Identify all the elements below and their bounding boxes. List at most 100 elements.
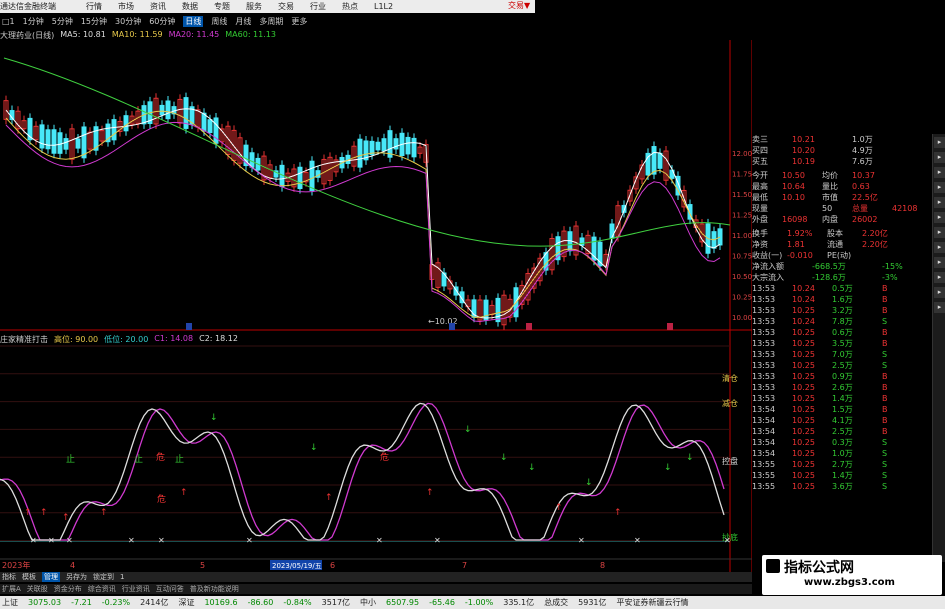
toolbar-btn-11[interactable]: ▸ — [934, 287, 945, 298]
stat-row-cell: 10.10 — [782, 193, 805, 202]
menu-item-zx[interactable]: 资讯 — [150, 1, 166, 12]
period-1m[interactable]: 1分钟 — [23, 16, 44, 27]
sz-pct: -0.84% — [283, 598, 312, 607]
tick-row-cell: 10.24 — [792, 295, 815, 304]
tick-row-cell: 13:55 — [752, 460, 776, 469]
tab-manage[interactable]: 管理 — [42, 572, 60, 582]
menu-item-hq[interactable]: 行情 — [86, 1, 102, 12]
stat2-row-cell: 净资 — [752, 240, 768, 249]
danger-mark: 危 — [380, 451, 389, 463]
toolbar-btn-9[interactable]: ▸ — [934, 257, 945, 268]
tick-row-cell: S — [882, 471, 888, 480]
tab2-qa[interactable]: 互动问答 — [156, 584, 184, 594]
tab-indicator[interactable]: 指标 — [2, 572, 16, 582]
toolbar-btn-6[interactable]: ▸ — [934, 212, 945, 223]
tick-row-cell: B — [882, 328, 888, 337]
tick-row: 13:53 10.24 1.6万 B — [752, 294, 932, 305]
menu-item-zt[interactable]: 专题 — [214, 1, 230, 12]
order-book-row-cell: 10.20 — [792, 146, 815, 155]
tick-row-cell: 10.24 — [792, 317, 815, 326]
ma-lines — [3, 57, 731, 323]
sz-label: 深证 — [178, 598, 195, 607]
period-bar: □1 1分钟 5分钟 15分钟 30分钟 60分钟 日线 周线 月线 多周期 更… — [0, 15, 307, 27]
toolbar-btn-7[interactable]: ▸ — [934, 227, 945, 238]
period-30m[interactable]: 30分钟 — [115, 16, 141, 27]
period-15m[interactable]: 15分钟 — [81, 16, 107, 27]
tab2-industry[interactable]: 行业资讯 — [122, 584, 150, 594]
chart-area[interactable]: 12.00 11.75 11.50 11.25 11.00 10.75 10.50 10.25… — [0, 40, 752, 572]
period-week[interactable]: 周线 — [211, 16, 227, 27]
tab-template[interactable]: 模板 — [22, 572, 36, 582]
date-4: 4 — [70, 561, 75, 570]
period-more[interactable]: 更多 — [291, 16, 307, 27]
trade-link[interactable]: 交易▼ — [508, 0, 530, 11]
order-book-row-cell: 4.9万 — [852, 146, 873, 155]
period-icon[interactable]: □1 — [2, 17, 15, 26]
order-book-row: 买四 10.20 4.9万 — [752, 145, 932, 156]
tick-row-cell: 1.4万 — [832, 471, 853, 480]
menu-item-sj[interactable]: 数据 — [182, 1, 198, 12]
tick-row-cell: S — [882, 361, 888, 370]
period-month[interactable]: 月线 — [235, 16, 251, 27]
tick-row-cell: 10.25 — [792, 372, 815, 381]
up-arrow: ↑ — [62, 513, 70, 523]
toolbar-btn-4[interactable]: ▸ — [934, 182, 945, 193]
toolbar-btn-12[interactable]: ▸ — [934, 302, 945, 313]
x-mark: ✕ — [376, 536, 383, 545]
menu-item-sc[interactable]: 市场 — [118, 1, 134, 12]
order-book-row-cell: 买五 — [752, 157, 768, 166]
menu-item-jy[interactable]: 交易 — [278, 1, 294, 12]
tab-save-as[interactable]: 另存为 — [66, 572, 87, 582]
tab2-news[interactable]: 综合资讯 — [88, 584, 116, 594]
tick-row-cell: 0.5万 — [832, 284, 853, 293]
menu-item-hy[interactable]: 行业 — [310, 1, 326, 12]
toolbar-btn-8[interactable]: ▸ — [934, 242, 945, 253]
period-multi[interactable]: 多周期 — [259, 16, 283, 27]
toolbar-btn-2[interactable]: ▸ — [934, 152, 945, 163]
down-arrow: ↓ — [210, 413, 218, 423]
tab-one[interactable]: 1 — [120, 573, 124, 581]
tab-lock[interactable]: 锁定到 — [93, 572, 114, 582]
tick-row-cell: B — [882, 427, 888, 436]
tab2-fund[interactable]: 资金分布 — [54, 584, 82, 594]
tick-row-cell: B — [882, 306, 888, 315]
stat2-row: 换手 1.92% 股本 2.20亿 — [752, 228, 932, 239]
menu-item-rd[interactable]: 热点 — [342, 1, 358, 12]
tick-row-cell: B — [882, 394, 888, 403]
up-arrow: ↑ — [325, 493, 333, 503]
stat-row-cell: 0.63 — [852, 182, 870, 191]
tab2-related[interactable]: 关联股 — [27, 584, 48, 594]
stat2-row-cell: 2.20亿 — [862, 240, 888, 249]
tick-row-cell: S — [882, 350, 888, 359]
toolbar-btn-10[interactable]: ▸ — [934, 272, 945, 283]
tick-row-cell: 10.25 — [792, 394, 815, 403]
down-arrow: ↓ — [310, 443, 318, 453]
order-book-row-cell: 1.0万 — [852, 135, 873, 144]
marker-3 — [526, 323, 532, 330]
tick-row-cell: 13:53 — [752, 317, 776, 326]
sh-pct: -0.23% — [101, 598, 131, 607]
period-5m[interactable]: 5分钟 — [52, 16, 73, 27]
toolbar-btn-3[interactable]: ▸ — [934, 167, 945, 178]
price-tick: 10.00 — [732, 314, 752, 322]
period-60m[interactable]: 60分钟 — [149, 16, 175, 27]
toolbar-btn-5[interactable]: ▸ — [934, 197, 945, 208]
order-book-row-cell: 10.21 — [792, 135, 815, 144]
tab2-ext[interactable]: 扩展A — [2, 584, 21, 594]
toolbar-btn-1[interactable]: ▸ — [934, 137, 945, 148]
zx-change: -65.46 — [429, 598, 455, 607]
candle-body — [357, 138, 363, 168]
menu-item-fw[interactable]: 服务 — [246, 1, 262, 12]
candle-body — [657, 152, 663, 169]
label-hold: 控盘 — [722, 456, 738, 466]
period-day[interactable]: 日线 — [183, 15, 204, 27]
x-mark: ✕ — [48, 536, 55, 545]
side-toolbar[interactable]: ▸ ▸ ▸ ▸ ▸ ▸ ▸ ▸ ▸ ▸ ▸ ▸ — [932, 134, 945, 562]
price-tick: 10.25 — [732, 294, 752, 302]
menu-item-code[interactable]: L1L2 — [374, 2, 393, 11]
tab2-help[interactable]: 普及新功能说明 — [190, 584, 239, 594]
down-arrow: ↓ — [686, 453, 694, 463]
stat-row-cell: 均价 — [822, 171, 838, 180]
stat2-row: 收益(一) -0.010 PE(动) — [752, 250, 932, 261]
indicator-name[interactable]: 庄家精准打击 — [0, 334, 48, 345]
